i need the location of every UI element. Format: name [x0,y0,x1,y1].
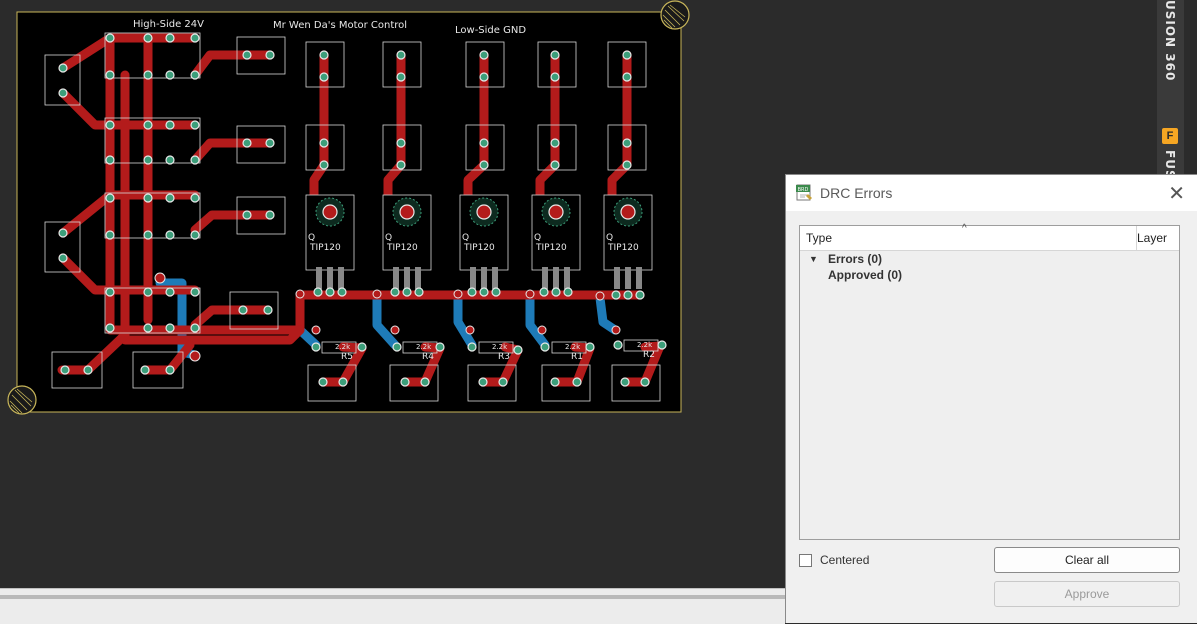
fusion-side-panel[interactable]: USION 360 [1157,0,1184,175]
fusion-logo-icon[interactable]: F [1162,128,1178,144]
sort-ascending-icon: ^ [962,223,967,234]
board-title-label: Mr Wen Da's Motor Control [273,20,407,31]
svg-text:R5: R5 [341,352,353,362]
svg-text:BRD: BRD [798,187,809,193]
dialog-title: DRC Errors [820,185,893,201]
mounting-hole-bottom-left [7,385,37,415]
svg-text:TIP120: TIP120 [607,243,639,253]
expand-arrow-icon[interactable]: ▼ [809,254,818,264]
svg-text:R4: R4 [422,352,434,362]
svg-text:Q: Q [462,233,469,243]
low-side-label: Low-Side GND [455,25,526,36]
dialog-title-bar[interactable]: BRD DRC Errors ✕ [786,175,1197,211]
svg-text:R2: R2 [643,350,655,360]
svg-text:2.2k: 2.2k [416,343,432,351]
svg-text:Q: Q [534,233,541,243]
approve-button[interactable]: Approve [994,581,1180,607]
svg-text:Q: Q [308,233,315,243]
drc-error-list[interactable]: Type ^ Layer ▼ Errors (0) Approved (0) [799,223,1180,540]
svg-text:Q: Q [606,233,613,243]
status-bar [0,588,785,624]
svg-text:TIP120: TIP120 [309,243,341,253]
mounting-hole-top-right [660,0,690,30]
svg-text:2.2k: 2.2k [492,343,508,351]
svg-text:TIP120: TIP120 [386,243,418,253]
high-side-label: High-Side 24V [133,19,204,30]
horizontal-scrollbar[interactable] [0,595,785,599]
svg-text:Q: Q [385,233,392,243]
svg-text:2.2k: 2.2k [637,341,653,349]
close-icon[interactable]: ✕ [1168,181,1185,206]
tree-item-approved[interactable]: Approved (0) [828,268,902,282]
centered-checkbox[interactable] [799,554,812,567]
svg-text:TIP120: TIP120 [535,243,567,253]
drc-errors-dialog: BRD DRC Errors ✕ Type ^ Layer ▼ Errors (… [785,174,1197,623]
list-header: Type ^ Layer [800,223,1179,251]
fusion-tab-label[interactable]: USION 360 [1163,0,1177,81]
column-header-type[interactable]: Type [806,231,832,245]
clear-all-button[interactable]: Clear all [994,547,1180,573]
svg-text:TIP120: TIP120 [463,243,495,253]
svg-text:2.2k: 2.2k [335,343,351,351]
column-header-layer[interactable]: Layer [1137,231,1167,245]
brd-file-icon: BRD [796,184,812,201]
tree-item-errors[interactable]: Errors (0) [828,252,882,266]
centered-label: Centered [820,553,870,567]
svg-text:2.2k: 2.2k [565,343,581,351]
svg-text:R3: R3 [498,352,510,362]
svg-text:R1: R1 [571,352,583,362]
